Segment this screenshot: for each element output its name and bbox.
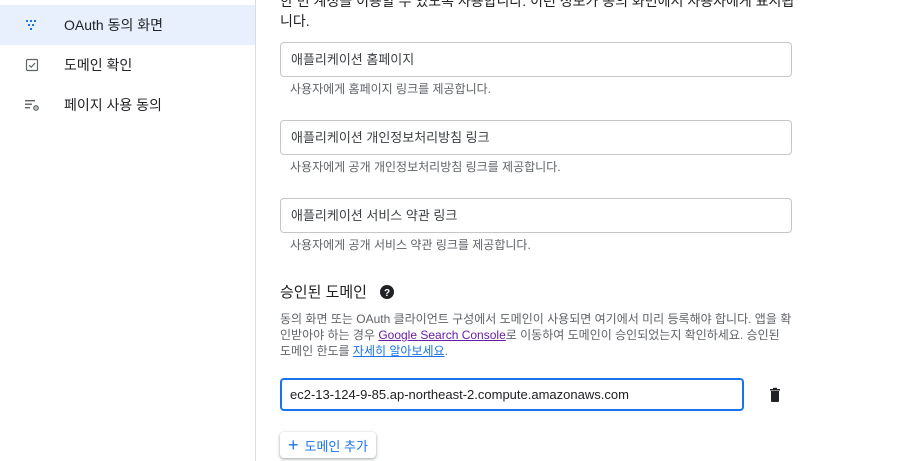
terms-of-service-input[interactable] (281, 199, 791, 232)
sidebar-item-label: 도메인 확인 (64, 57, 133, 73)
authorized-domain-field[interactable] (280, 378, 744, 411)
sidebar-item-domain-verification[interactable]: 도메인 확인 (0, 45, 255, 85)
sidebar-item-label: 페이지 사용 동의 (64, 97, 162, 113)
terms-of-service-field[interactable] (280, 198, 792, 233)
sidebar-item-oauth-consent[interactable]: OAuth 동의 화면 (0, 5, 255, 45)
google-search-console-link[interactable]: Google Search Console (378, 328, 505, 342)
privacy-policy-helper-text: 사용자에게 공개 개인정보처리방침 링크를 제공합니다. (290, 160, 561, 174)
checkbox-icon (25, 58, 39, 72)
trash-icon[interactable] (766, 386, 784, 404)
authorized-domains-title: 승인된 도메인 (280, 284, 367, 301)
sidebar: OAuth 동의 화면 도메인 확인 페이지 사용 동의 (0, 0, 256, 461)
authorized-domains-heading: 승인된 도메인 ? (280, 281, 395, 302)
learn-more-link[interactable]: 자세히 알아보세요 (353, 344, 445, 358)
authorized-domain-input[interactable] (282, 380, 742, 409)
add-domain-label: 도메인 추가 (304, 438, 368, 454)
main-content: 한 번 계정을 이용할 수 있도록 사용합니다. 이런 정보가 동의 화면에서 … (256, 0, 898, 461)
authorized-domains-description: 동의 화면 또는 OAuth 클라이언트 구성에서 도메인이 사용되면 여기에서… (280, 311, 792, 359)
add-domain-button[interactable]: + 도메인 추가 (280, 432, 376, 458)
help-circle-icon[interactable]: ? (379, 284, 395, 300)
consent-screen-description: 한 번 계정을 이용할 수 있도록 사용합니다. 이런 정보가 동의 화면에서 … (280, 0, 795, 29)
privacy-policy-field[interactable] (280, 120, 792, 155)
sidebar-item-page-usage-agreement[interactable]: 페이지 사용 동의 (0, 85, 255, 125)
plus-icon: + (288, 435, 299, 455)
svg-text:?: ? (384, 287, 390, 298)
homepage-input[interactable] (281, 43, 791, 76)
oauth-consent-icon (26, 20, 36, 30)
homepage-field[interactable] (280, 42, 792, 77)
description-text-part: . (444, 344, 448, 358)
homepage-helper-text: 사용자에게 홈페이지 링크를 제공합니다. (290, 82, 492, 96)
sidebar-item-label: OAuth 동의 화면 (64, 17, 163, 33)
privacy-policy-input[interactable] (281, 121, 791, 154)
terms-of-service-helper-text: 사용자에게 공개 서비스 약관 링크를 제공합니다. (290, 238, 531, 252)
settings-list-icon (25, 100, 39, 111)
